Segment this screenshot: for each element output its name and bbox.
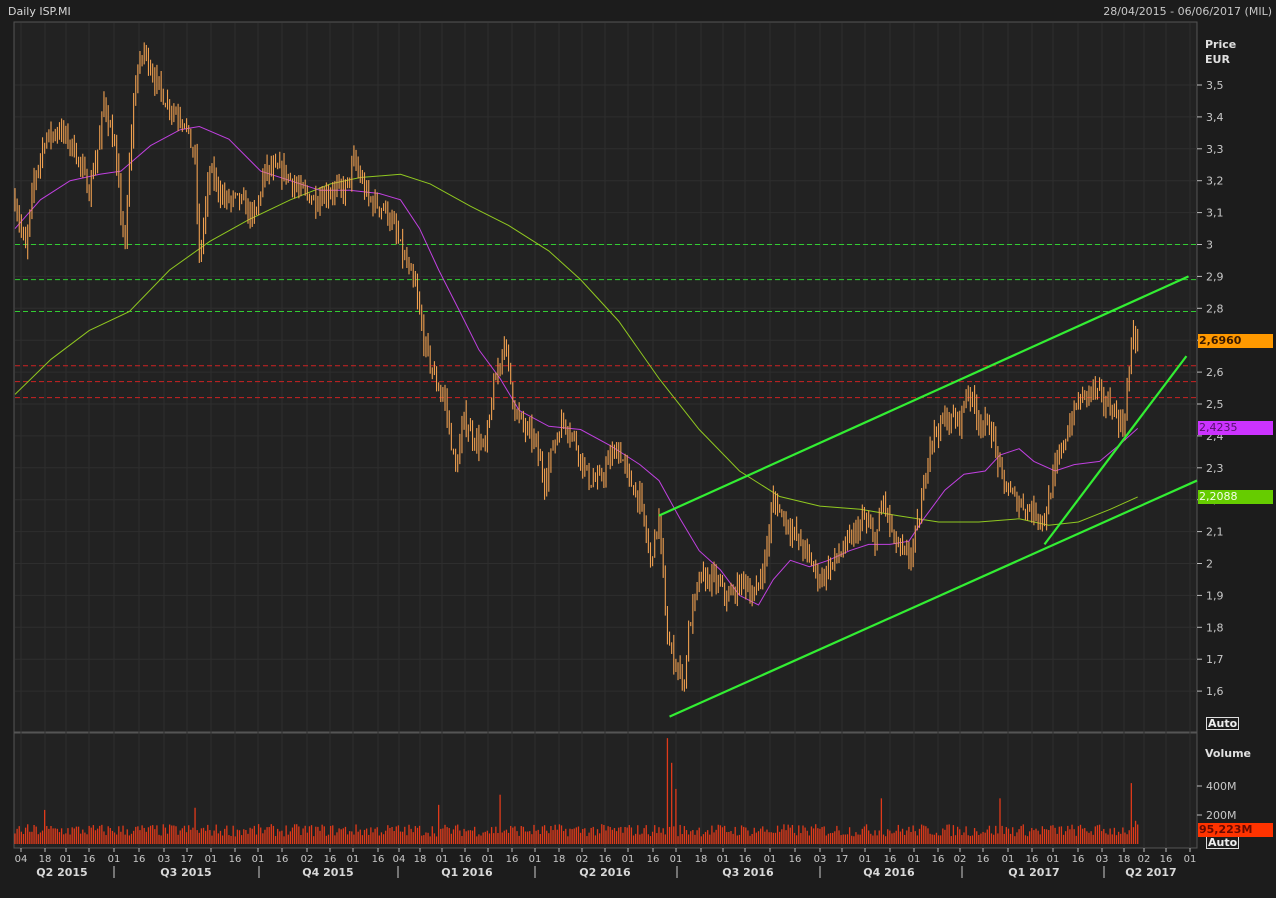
price-chart[interactable]: 04 18 01 16 01 16 03 17 01 16 01 16 02 16 01 16 04 18 01 16…: [0, 0, 1276, 898]
x-tick-label: 01: [60, 854, 73, 865]
x-tick-label: 16: [133, 854, 146, 865]
y-tick-label: 3,5: [1206, 79, 1224, 92]
x-tick-label: 01: [482, 854, 495, 865]
x-tick-label: 16: [372, 854, 385, 865]
x-tick-label: 02: [954, 854, 967, 865]
x-tick-label: 01: [717, 854, 730, 865]
y-tick-label: 3: [1206, 239, 1213, 252]
x-tick-label: 02: [301, 854, 314, 865]
price-axis-currency: EUR: [1205, 53, 1230, 66]
x-tick-label: 04: [393, 854, 406, 865]
quarter-label: Q3 2015: [160, 866, 211, 879]
x-tick-label: 01: [529, 854, 542, 865]
y-tick-label: 2,3: [1206, 462, 1224, 475]
y-tick-label: 2,8: [1206, 302, 1224, 315]
quarter-label: Q2 2015: [36, 866, 87, 879]
x-tick-label: 18: [695, 854, 708, 865]
x-tick-label: 16: [83, 854, 96, 865]
x-tick-label: 01: [859, 854, 872, 865]
x-tick-label: 02: [576, 854, 589, 865]
x-tick-label: 16: [647, 854, 660, 865]
y-tick-label: 3,1: [1206, 207, 1224, 220]
quarter-label: Q1 2017: [1008, 866, 1059, 879]
y-tick-label: 3,3: [1206, 143, 1224, 156]
last-price-tag: 2,6960: [1198, 334, 1273, 348]
x-tick-label: 01: [1184, 854, 1197, 865]
volume-tick-label: 400M: [1206, 780, 1237, 793]
x-tick-label: 01: [622, 854, 635, 865]
x-tick-label: 01: [1047, 854, 1060, 865]
x-tick-label: 16: [506, 854, 519, 865]
x-tick-label: 16: [599, 854, 612, 865]
x-tick-label: 01: [347, 854, 360, 865]
y-tick-label: 2,9: [1206, 270, 1224, 283]
x-tick-label: 16: [229, 854, 242, 865]
x-tick-label: 16: [789, 854, 802, 865]
x-tick-label: 16: [1072, 854, 1085, 865]
x-tick-label: 17: [181, 854, 194, 865]
y-tick-label: 2,1: [1206, 526, 1224, 539]
x-tick-label: 03: [814, 854, 827, 865]
quarter-label: Q3 2016: [722, 866, 774, 879]
x-tick-label: 17: [836, 854, 849, 865]
volume-axis-label: Volume: [1205, 747, 1251, 760]
y-tick-label: 1,6: [1206, 685, 1224, 698]
y-tick-label: 3,2: [1206, 175, 1224, 188]
volume-auto-scale-button[interactable]: Auto: [1206, 836, 1240, 849]
x-tick-label: 16: [459, 854, 472, 865]
y-tick-label: 1,8: [1206, 621, 1224, 634]
quarter-label: Q2 2017: [1125, 866, 1176, 879]
x-tick-label: 16: [1160, 854, 1173, 865]
x-tick-label: 16: [884, 854, 897, 865]
quarter-label: Q1 2016: [441, 866, 493, 879]
x-tick-label: 16: [977, 854, 990, 865]
x-tick-label: 01: [670, 854, 683, 865]
x-tick-label: 01: [1002, 854, 1015, 865]
quarter-label: Q2 2016: [579, 866, 631, 879]
y-tick-label: 2,5: [1206, 398, 1224, 411]
price-axis-label: Price: [1205, 38, 1237, 51]
x-tick-label: 16: [324, 854, 337, 865]
x-tick-label: 16: [932, 854, 945, 865]
last-volume-tag: 95,223M: [1198, 823, 1273, 837]
x-tick-label: 01: [252, 854, 265, 865]
long-ma-tag: 2,2088: [1198, 490, 1273, 504]
y-tick-label: 1,9: [1206, 589, 1224, 602]
x-tick-label: 04: [15, 854, 28, 865]
x-tick-label: 18: [39, 854, 52, 865]
x-tick-label: 18: [553, 854, 566, 865]
x-tick-label: 03: [1096, 854, 1109, 865]
x-tick-label: 01: [436, 854, 449, 865]
x-tick-label: 03: [158, 854, 171, 865]
y-tick-label: 2,6: [1206, 366, 1224, 379]
x-tick-label: 01: [205, 854, 218, 865]
x-tick-label: 16: [276, 854, 289, 865]
y-tick-label: 1,7: [1206, 653, 1224, 666]
y-tick-label: 3,4: [1206, 111, 1224, 124]
x-tick-label: 01: [908, 854, 921, 865]
x-tick-label: 16: [1026, 854, 1039, 865]
y-tick-label: 2: [1206, 558, 1213, 571]
x-tick-label: 02: [1138, 854, 1151, 865]
x-tick-label: 16: [739, 854, 752, 865]
quarter-label: Q4 2015: [302, 866, 353, 879]
x-tick-label: 18: [1118, 854, 1131, 865]
short-ma-tag: 2,4235: [1198, 421, 1273, 435]
x-tick-label: 01: [764, 854, 777, 865]
x-tick-label: 01: [108, 854, 121, 865]
price-auto-scale-button[interactable]: Auto: [1206, 717, 1240, 730]
quarter-label: Q4 2016: [863, 866, 915, 879]
x-tick-label: 18: [414, 854, 427, 865]
volume-tick-label: 200M: [1206, 809, 1237, 822]
